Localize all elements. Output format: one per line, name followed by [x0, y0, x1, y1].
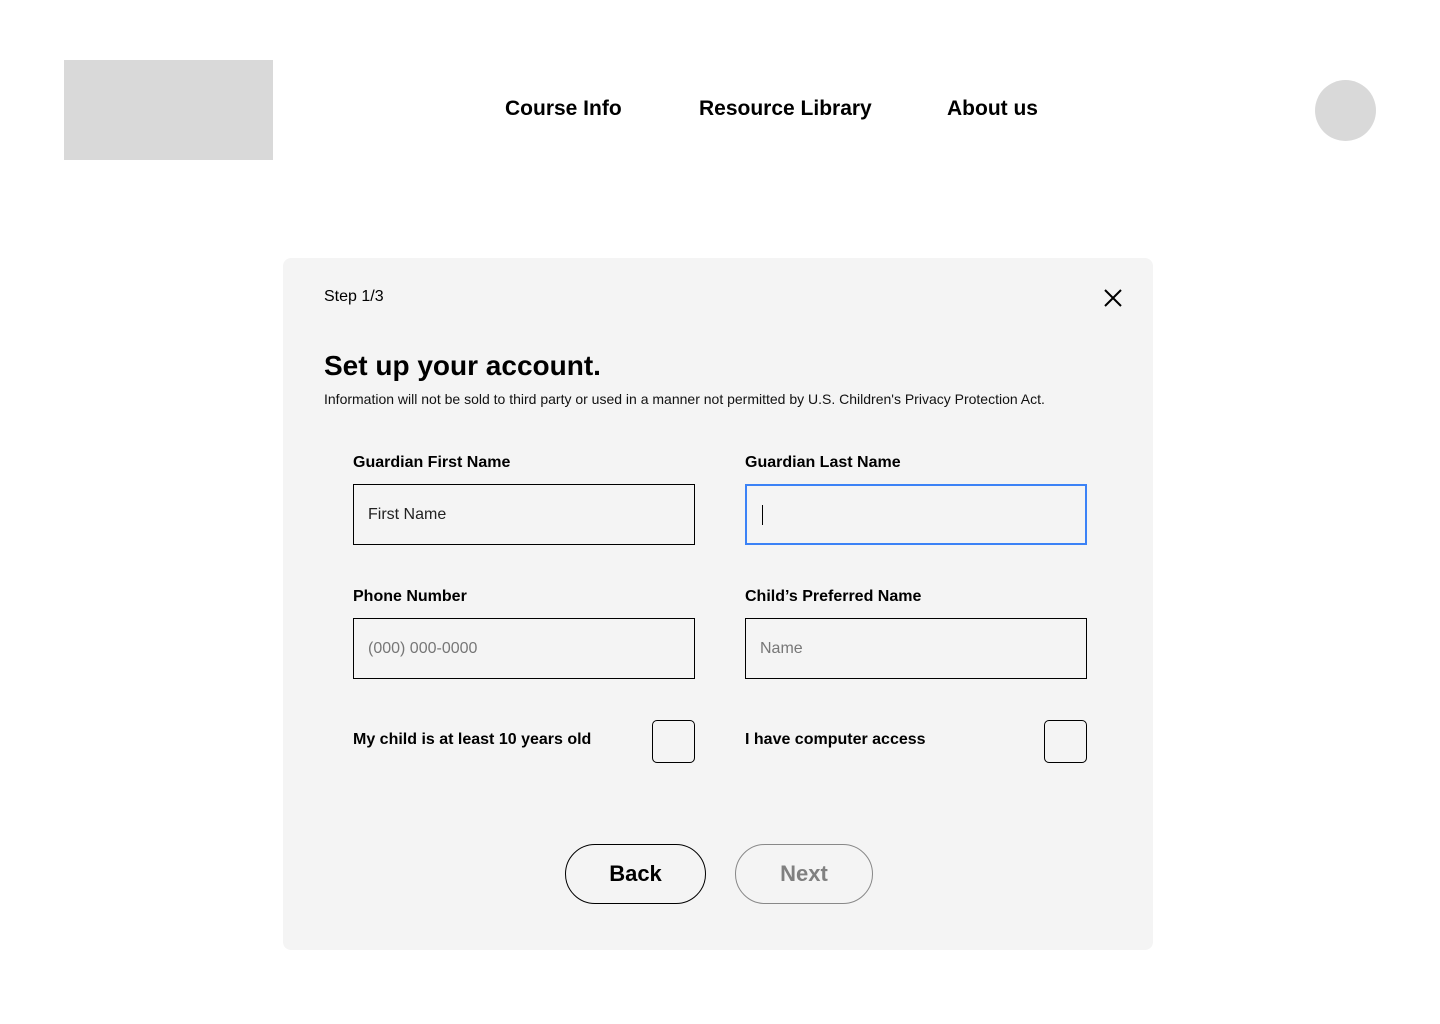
nav-resource-library[interactable]: Resource Library: [699, 97, 872, 121]
logo-placeholder[interactable]: [64, 60, 273, 160]
child-name-input[interactable]: Name: [745, 618, 1087, 679]
nav-about-us[interactable]: About us: [947, 97, 1038, 121]
nav-course-info[interactable]: Course Info: [505, 97, 622, 121]
back-button[interactable]: Back: [565, 844, 706, 904]
phone-label: Phone Number: [353, 588, 467, 605]
age-checkbox-label: My child is at least 10 years old: [353, 731, 592, 748]
phone-placeholder: (000) 000-0000: [368, 639, 478, 657]
child-name-placeholder: Name: [760, 639, 803, 657]
last-name-label: Guardian Last Name: [745, 454, 901, 471]
next-button[interactable]: Next: [735, 844, 873, 904]
first-name-label: Guardian First Name: [353, 454, 511, 471]
close-icon[interactable]: [1102, 287, 1124, 309]
last-name-input[interactable]: [745, 484, 1087, 545]
age-checkbox[interactable]: [652, 720, 695, 763]
page-title: Set up your account.: [324, 350, 601, 381]
computer-checkbox-label: I have computer access: [745, 731, 926, 748]
computer-checkbox[interactable]: [1044, 720, 1087, 763]
first-name-input[interactable]: First Name: [353, 484, 695, 545]
step-indicator: Step 1/3: [324, 288, 384, 305]
privacy-notice: Information will not be sold to third pa…: [324, 391, 1045, 407]
avatar[interactable]: [1315, 80, 1376, 141]
phone-input[interactable]: (000) 000-0000: [353, 618, 695, 679]
child-name-label: Child’s Preferred Name: [745, 588, 922, 605]
first-name-placeholder: First Name: [368, 505, 447, 523]
text-cursor: [762, 504, 763, 525]
